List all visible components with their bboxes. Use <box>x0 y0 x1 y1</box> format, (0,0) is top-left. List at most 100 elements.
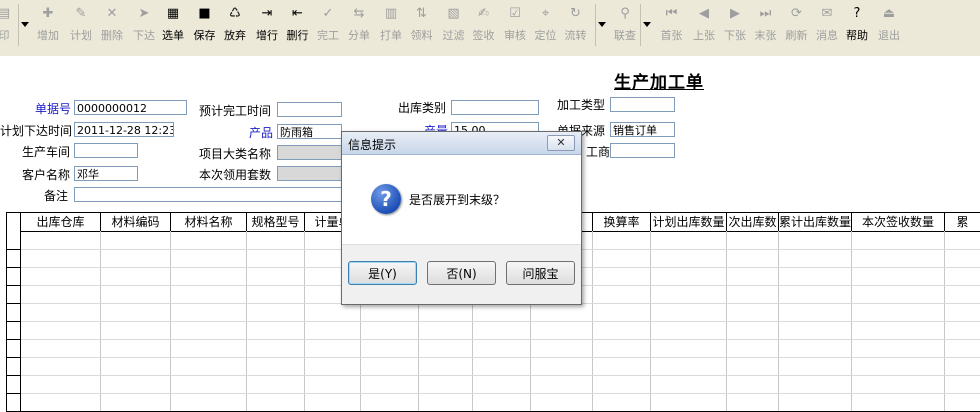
row-indicator-tick <box>7 267 20 268</box>
toolbar-button-save[interactable]: ■ 保存 <box>190 4 219 46</box>
product-field[interactable]: 防雨箱 <box>277 124 342 139</box>
toolbar-button-issue[interactable]: ➤ 下达 <box>130 4 158 46</box>
row-indicator-tick <box>7 303 20 304</box>
toolbar-button-prev[interactable]: ◀ 上张 <box>689 4 719 46</box>
toolbar-button-flow[interactable]: ↻ 流转 <box>561 4 590 46</box>
chevron-down-icon <box>21 22 29 27</box>
order-no-field[interactable]: 0000000012 <box>74 100 187 115</box>
toolbar-button-label: 刷新 <box>785 29 808 42</box>
toolbar-button-next[interactable]: ▶ 下张 <box>720 4 750 46</box>
table-row[interactable] <box>21 357 980 358</box>
toolbar-button-label: 帮助 <box>846 29 868 42</box>
toolbar-button-print-order[interactable]: ▥ 打单 <box>376 4 406 46</box>
toolbar-button-label: 计划 <box>70 29 92 42</box>
out-type-field[interactable] <box>451 100 539 115</box>
ask-fubao-button[interactable]: 问服宝 <box>506 261 575 285</box>
column-header[interactable]: 计划出库数量 <box>651 213 727 231</box>
last-icon: ⏭ <box>759 6 772 21</box>
column-header[interactable]: 累 <box>945 213 980 231</box>
toolbar-button-complete[interactable]: ✓ 完工 <box>313 4 343 46</box>
toolbar-button-query[interactable]: ⚲ 联查 <box>610 4 640 46</box>
chevron-down-icon <box>643 22 651 27</box>
no-button[interactable]: 否(N) <box>427 261 496 285</box>
table-row[interactable] <box>21 321 980 322</box>
row-indicator-tick <box>7 285 20 286</box>
close-icon: ✕ <box>556 136 566 149</box>
workshop-label: 生产车间 <box>22 145 71 159</box>
toolbar-button-filter[interactable]: ▧ 过滤 <box>439 4 468 46</box>
select-icon: ▦ <box>166 6 180 21</box>
column-header[interactable]: 本次签收数量 <box>852 213 945 231</box>
est-finish-field[interactable] <box>277 102 342 117</box>
row-indicator-tick <box>7 375 20 376</box>
product-label: 产品 <box>249 126 274 140</box>
toolbar-button-label: 放弃 <box>224 29 246 42</box>
category-field[interactable] <box>277 145 342 160</box>
column-header[interactable]: 出库仓库 <box>21 213 101 231</box>
toolbar-button-locate[interactable]: ⌖ 定位 <box>531 4 560 46</box>
column-header[interactable]: 材料编码 <box>101 213 171 231</box>
toolbar-button-label: 领料 <box>410 29 433 42</box>
plan-issue-time-field[interactable]: 2011-12-28 12:23 <box>74 122 174 137</box>
yes-button[interactable]: 是(Y) <box>348 261 417 285</box>
sets-field[interactable] <box>277 166 342 181</box>
toolbar-dropdown-arrow[interactable] <box>640 4 653 46</box>
toolbar-button-add-row[interactable]: ⇥ 增行 <box>252 4 282 46</box>
toolbar-button-discard[interactable]: ♺ 放弃 <box>220 4 250 46</box>
toolbar-button-help[interactable]: ? 帮助 <box>842 4 872 46</box>
toolbar-button-delete[interactable]: ✕ 删除 <box>97 4 127 46</box>
plan-issue-time-label: 计划下达时间 <box>0 124 73 138</box>
toolbar-bottom-strip <box>0 48 980 56</box>
processor-label: 工商 <box>586 145 611 159</box>
row-indicator-column[interactable] <box>7 213 21 411</box>
toolbar-button-split[interactable]: ⇆ 分单 <box>344 4 374 46</box>
toolbar-button-audit[interactable]: ☑ 审核 <box>500 4 530 46</box>
toolbar-button-exit[interactable]: ⏏ 退出 <box>874 4 904 46</box>
toolbar-button-first[interactable]: ⏮ 首张 <box>657 4 686 46</box>
toolbar-button-last[interactable]: ⏭ 末张 <box>751 4 780 46</box>
toolbar: ▤ 印 ✚ 增加 ✎ 计划 ✕ 删除 ➤ 下达 ▦ 选单 ■ 保存 ♺ 放弃 ⇥ 增行 ⇤ 删行 ✓ 完工 ⇆ 分单 ▥ 打单 ⇅ 领… <box>0 0 980 49</box>
column-header[interactable]: 材料名称 <box>171 213 247 231</box>
toolbar-button-select[interactable]: ▦ 选单 <box>158 4 188 46</box>
table-row[interactable] <box>21 339 980 340</box>
process-type-field[interactable] <box>610 97 675 112</box>
column-header[interactable]: 次出库数 <box>727 213 779 231</box>
toolbar-button-delete-row[interactable]: ⇤ 删行 <box>283 4 312 46</box>
remark-field[interactable] <box>74 187 342 202</box>
column-header[interactable]: 累计出库数量 <box>779 213 852 231</box>
row-indicator-tick <box>7 249 20 250</box>
toolbar-dropdown-arrow[interactable] <box>595 4 608 46</box>
toolbar-dropdown-arrow[interactable] <box>18 4 31 46</box>
column-header[interactable]: 换算率 <box>593 213 651 231</box>
info-dialog: 信息提示 ✕ ? 是否展开到末级？ 是(Y) 否(N) 问服宝 <box>341 131 582 305</box>
print-order-icon: ▥ <box>384 6 398 21</box>
question-icon: ? <box>371 184 401 214</box>
toolbar-button-label: 首张 <box>660 29 683 42</box>
toolbar-button-print[interactable]: ▤ 印 <box>0 4 14 46</box>
toolbar-button-sign[interactable]: ✍ 签收 <box>469 4 498 46</box>
workshop-field[interactable] <box>74 143 138 158</box>
discard-icon: ♺ <box>229 6 241 21</box>
toolbar-button-refresh[interactable]: ⟳ 刷新 <box>782 4 811 46</box>
refresh-icon: ⟳ <box>791 6 802 21</box>
customer-field[interactable]: 邓华 <box>74 166 138 181</box>
toolbar-button-message[interactable]: ✉ 消息 <box>812 4 842 46</box>
toolbar-button-requisition[interactable]: ⇅ 领料 <box>406 4 437 46</box>
dialog-close-button[interactable]: ✕ <box>547 135 575 151</box>
filter-icon: ▧ <box>447 6 460 21</box>
table-row[interactable] <box>21 393 980 394</box>
column-header[interactable]: 规格型号 <box>247 213 305 231</box>
toolbar-button-plan[interactable]: ✎ 计划 <box>66 4 96 46</box>
issue-icon: ➤ <box>138 6 150 21</box>
table-row[interactable] <box>21 375 980 376</box>
row-indicator-tick <box>7 321 20 322</box>
toolbar-button-label: 增行 <box>256 29 278 42</box>
dialog-titlebar[interactable]: 信息提示 ✕ <box>342 132 581 155</box>
flow-icon: ↻ <box>570 6 581 21</box>
row-indicator-tick <box>7 339 20 340</box>
toolbar-button-add[interactable]: ✚ 增加 <box>33 4 63 46</box>
toolbar-button-label: 增加 <box>37 29 59 42</box>
next-icon: ▶ <box>730 6 740 21</box>
source-field[interactable]: 销售订单 <box>610 122 675 137</box>
processor-field[interactable] <box>610 143 675 158</box>
